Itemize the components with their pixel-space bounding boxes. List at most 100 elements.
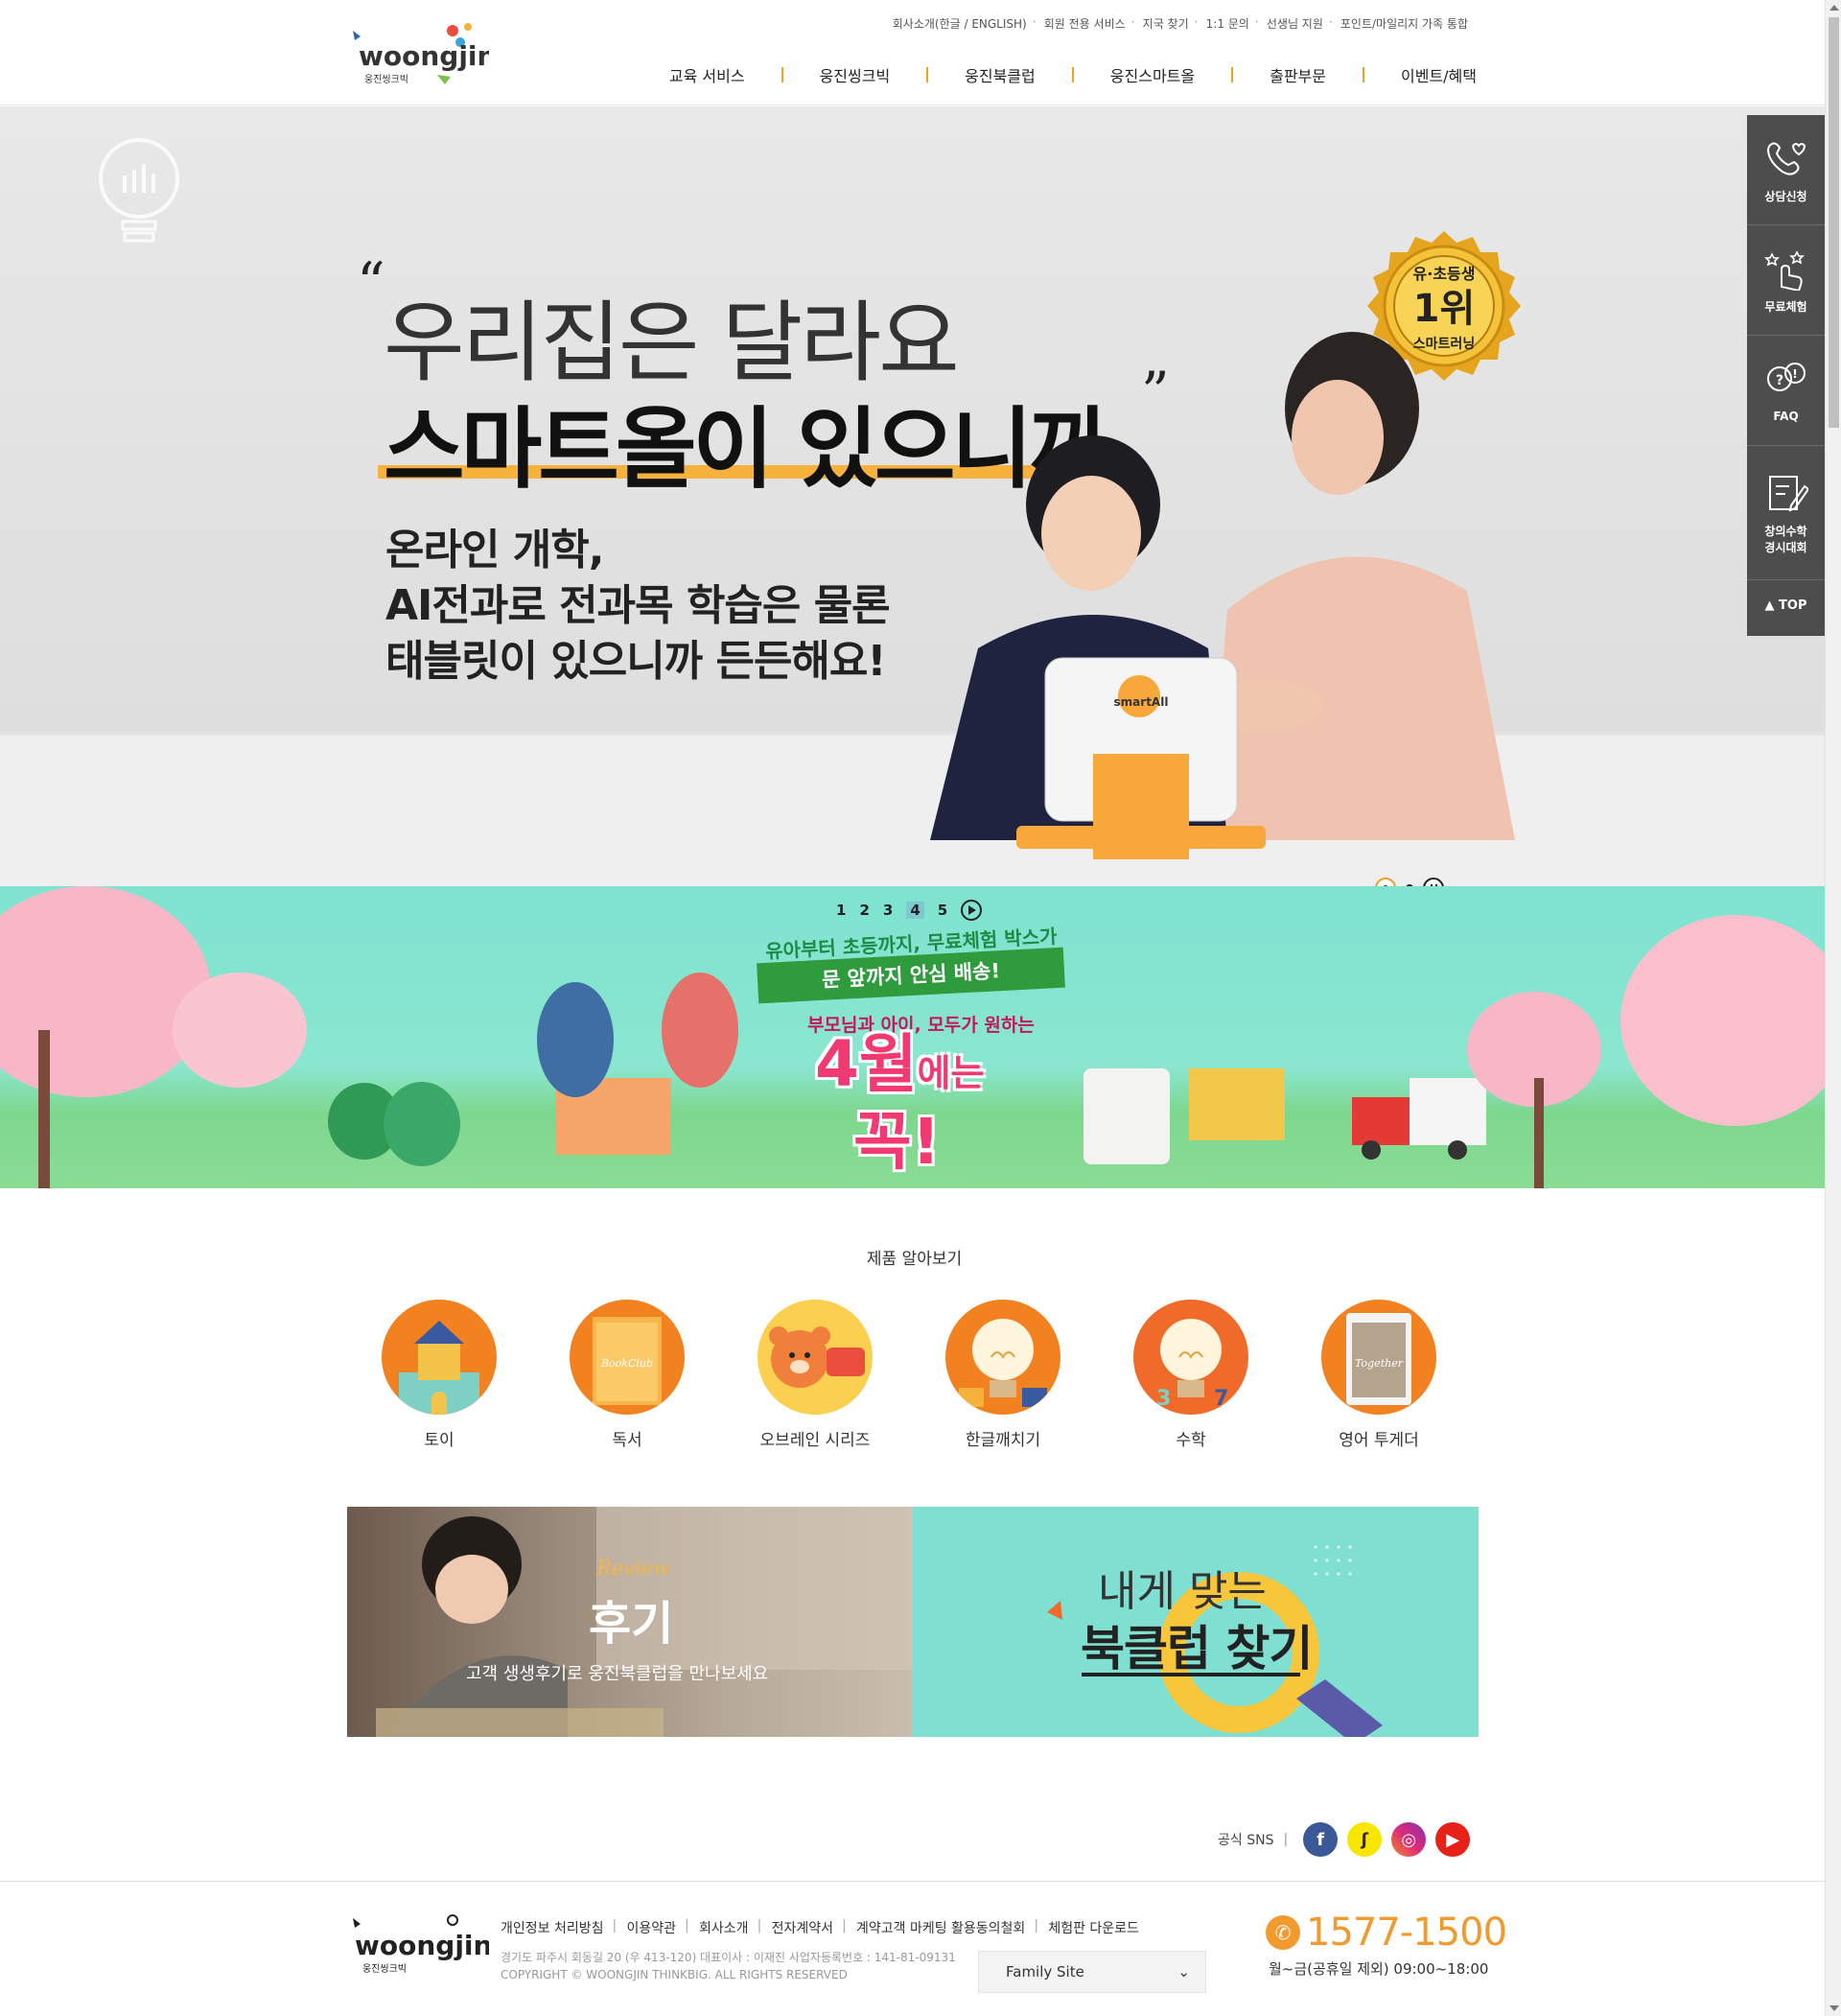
- sns-label: 공식 SNS: [1218, 1833, 1274, 1848]
- quick-label: 상담신청: [1764, 189, 1807, 203]
- scroll-top-button[interactable]: ▲ TOP: [1747, 580, 1825, 630]
- pause-button[interactable]: [1423, 878, 1444, 886]
- promo-big-text: 4월에는 꼭!: [815, 1030, 985, 1177]
- nav-item-smartall[interactable]: 웅진스마트올: [1110, 63, 1195, 86]
- footer-link[interactable]: 회사소개: [685, 1918, 760, 1937]
- util-link[interactable]: 회사소개(한글 / ENGLISH): [884, 15, 1036, 32]
- page-scrollbar[interactable]: [1825, 0, 1841, 2016]
- review-script: Review: [596, 1557, 671, 1580]
- customer-phone: ✆ 1577-1500: [1266, 1911, 1507, 1955]
- instagram-icon[interactable]: ◎: [1391, 1822, 1427, 1857]
- bear-icon: [757, 1300, 873, 1415]
- utility-links: 회사소개(한글 / ENGLISH) 회원 전용 서비스 지국 찾기 1:1 문…: [884, 15, 1477, 32]
- tablet-book-icon: Together: [1321, 1300, 1436, 1415]
- youtube-icon[interactable]: ▶: [1435, 1822, 1471, 1857]
- footer-link[interactable]: 계약고객 마케팅 활용동의철회: [842, 1918, 1037, 1937]
- svg-text:?: ?: [1775, 373, 1783, 388]
- sns-links: 공식 SNS | f ʃ ◎ ▶: [1218, 1822, 1471, 1857]
- scrollbar-thumb[interactable]: [1829, 17, 1839, 428]
- promo-page[interactable]: 2: [859, 902, 869, 919]
- product-toy[interactable]: 토이: [382, 1300, 497, 1450]
- product-list: 토이 BookClub 독서 오브레인 시리즈 한글깨치기 37 수학 Toge…: [382, 1300, 1436, 1450]
- product-label: 수학: [1176, 1431, 1206, 1450]
- phone-icon: ✆: [1266, 1915, 1300, 1950]
- svg-text:웅진씽크빅: 웅진씽크빅: [362, 1963, 407, 1975]
- badge-top-text: 유·초등생: [1413, 265, 1476, 283]
- phone-number: 1577-1500: [1306, 1911, 1507, 1955]
- promo-page[interactable]: 5: [938, 902, 947, 919]
- quick-label-line: 창의수학: [1764, 524, 1807, 538]
- review-banner[interactable]: Review 후기 고객 생생후기로 웅진북클럽을 만나보세요: [347, 1507, 913, 1737]
- address-text: 경기도 파주시 회동길 20 (우 413-120) 대표이사 : 이재진 사업…: [501, 1951, 956, 1964]
- promo-page-active[interactable]: 4: [906, 902, 924, 919]
- kakao-story-icon[interactable]: ʃ: [1347, 1822, 1383, 1857]
- nav-divider: [1363, 67, 1364, 82]
- toy-icon: [382, 1300, 497, 1415]
- util-link[interactable]: 지국 찾기: [1131, 15, 1198, 32]
- top-label: TOP: [1779, 598, 1807, 613]
- slide-dot-active[interactable]: [1375, 878, 1396, 886]
- quick-contest-button[interactable]: 창의수학경시대회: [1747, 446, 1825, 580]
- scroll-up-arrow[interactable]: [1829, 5, 1839, 11]
- footer-link[interactable]: 이용약관: [613, 1918, 688, 1937]
- nav-item-edu-service[interactable]: 교육 서비스: [669, 63, 745, 86]
- util-link[interactable]: 포인트/마일리지 가족 통합: [1329, 15, 1477, 32]
- quick-label-line: 경시대회: [1764, 540, 1807, 554]
- product-reading[interactable]: BookClub 독서: [570, 1300, 685, 1450]
- bulb-icon: [945, 1300, 1060, 1415]
- util-link[interactable]: 선생님 지원: [1255, 15, 1332, 32]
- footer-link[interactable]: 전자계약서: [757, 1918, 845, 1937]
- nav-item-bookclub[interactable]: 웅진북클럽: [965, 63, 1036, 86]
- nav-divider: [926, 67, 929, 82]
- quick-free-trial-button[interactable]: 무료체험: [1747, 225, 1825, 336]
- promo-banner[interactable]: 1 2 3 4 5 유아부터 초등까지, 무료체험 박스가 문 앞까지 안심 배…: [0, 886, 1825, 1188]
- products-section-title: 제품 알아보기: [844, 1245, 985, 1270]
- promo-page[interactable]: 3: [883, 902, 893, 919]
- quick-menu: 상담신청 무료체험 ?! FAQ 창의수학경시대회 ▲ TOP: [1747, 115, 1825, 636]
- svg-text:Together: Together: [1355, 1357, 1404, 1370]
- nav-item-thinkbig[interactable]: 웅진씽크빅: [820, 63, 891, 86]
- product-label: 영어 투게더: [1339, 1431, 1419, 1450]
- scroll-down-arrow[interactable]: [1829, 2005, 1839, 2011]
- product-label: 오브레인 시리즈: [759, 1431, 871, 1450]
- footer-link[interactable]: 체험판 다운로드: [1034, 1918, 1151, 1937]
- woongjin-logo[interactable]: woongjin 웅진씽크빅: [345, 17, 489, 94]
- svg-text:7: 7: [1214, 1387, 1228, 1411]
- nav-divider: [1231, 67, 1234, 82]
- review-description: 고객 생생후기로 웅진북클럽을 만나보세요: [466, 1664, 769, 1684]
- hand-stars-icon: [1763, 249, 1805, 291]
- promo-big-1-suffix: 에는: [917, 1052, 985, 1094]
- hero-slider[interactable]: “ 우리집은 달라요 스마트올이 있으니까 ” 온라인 개학, AI전과로 전과…: [0, 106, 1825, 886]
- nav-item-events[interactable]: 이벤트/혜택: [1401, 63, 1477, 86]
- family-site-label: Family Site: [1006, 1963, 1084, 1981]
- play-button[interactable]: [961, 900, 983, 921]
- promo-big-1: 4월: [815, 1027, 918, 1101]
- product-math[interactable]: 37 수학: [1133, 1300, 1248, 1450]
- family-site-select[interactable]: Family Site ⌄: [978, 1951, 1206, 1993]
- device-label: smartAll: [1114, 695, 1169, 709]
- nav-divider: [1071, 67, 1074, 82]
- footer-address: 경기도 파주시 회동길 20 (우 413-120) 대표이사 : 이재진 사업…: [501, 1949, 956, 1983]
- hero-sub-line: 온라인 개학,: [385, 526, 604, 574]
- quick-consult-button[interactable]: 상담신청: [1747, 115, 1825, 225]
- page: woongjin 웅진씽크빅 회사소개(한글 / ENGLISH) 회원 전용 …: [0, 0, 1841, 2016]
- nav-divider: [781, 67, 783, 82]
- nav-item-publishing[interactable]: 출판부문: [1270, 63, 1326, 86]
- product-label: 한글깨치기: [965, 1431, 1041, 1450]
- facebook-icon[interactable]: f: [1303, 1822, 1339, 1857]
- quick-label: 창의수학경시대회: [1764, 523, 1806, 555]
- service-hours: 월~금(공휴일 제외) 09:00~18:00: [1269, 1960, 1489, 1978]
- svg-text:!: !: [1792, 367, 1797, 381]
- find-bookclub-banner[interactable]: 내게 맞는 북클럽 찾기: [913, 1507, 1479, 1737]
- product-hangul[interactable]: 한글깨치기: [945, 1300, 1060, 1450]
- promo-page[interactable]: 1: [836, 902, 846, 919]
- util-link[interactable]: 1:1 문의: [1195, 15, 1258, 32]
- quick-faq-button[interactable]: ?! FAQ: [1747, 336, 1825, 446]
- speech-bubble-icon: ?!: [1766, 363, 1806, 391]
- util-link[interactable]: 회원 전용 서비스: [1033, 15, 1134, 32]
- promo-big-2: 꼭!: [853, 1105, 941, 1179]
- product-english[interactable]: Together 영어 투게더: [1321, 1300, 1436, 1450]
- footer-link[interactable]: 개인정보 처리방침: [501, 1918, 616, 1937]
- product-obrain[interactable]: 오브레인 시리즈: [757, 1300, 873, 1450]
- site-footer: woongjin 웅진씽크빅 개인정보 처리방침 이용약관 회사소개 전자계약서…: [0, 1881, 1825, 2016]
